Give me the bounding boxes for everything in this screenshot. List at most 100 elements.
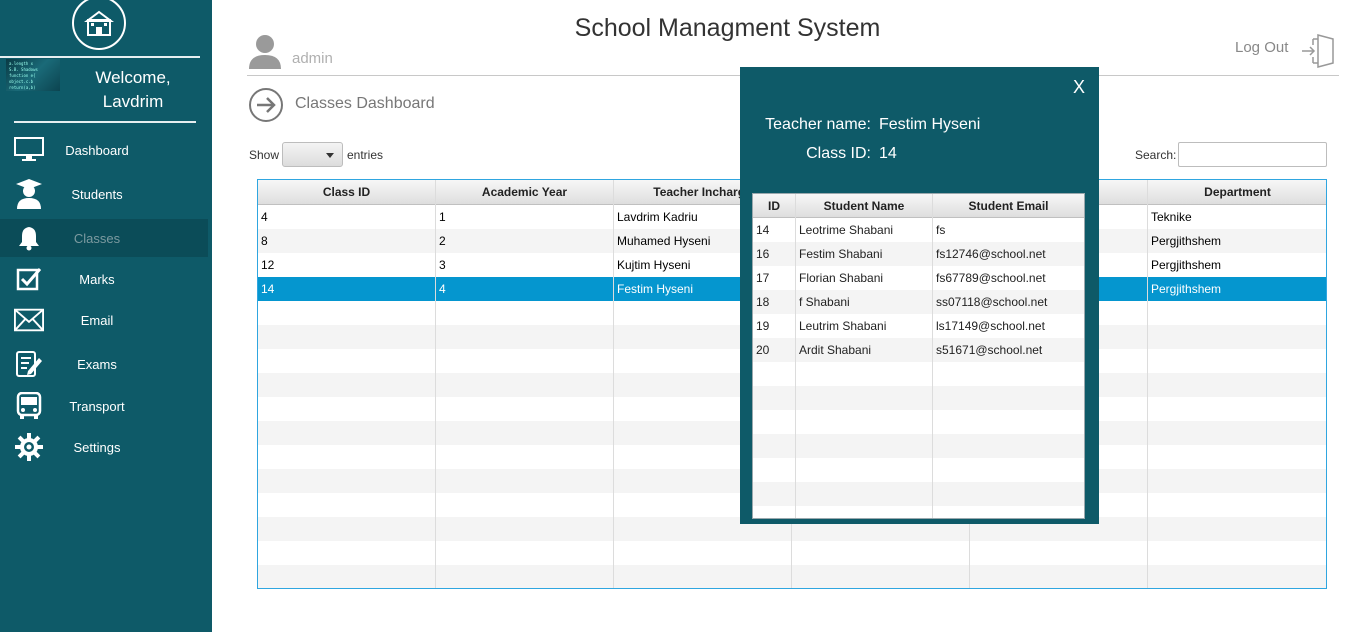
table-row <box>753 506 1084 518</box>
sidebar-item-label: Classes <box>73 230 121 246</box>
entries-label: entries <box>347 148 384 162</box>
sidebar-item-dashboard[interactable]: Dashboard <box>0 131 208 169</box>
teacher-name-value: Festim Hyseni <box>879 116 981 133</box>
logout-button[interactable]: Log Out <box>1235 39 1288 56</box>
table-row[interactable]: 14 Leotrime Shabani fs <box>753 218 1084 242</box>
students-table[interactable]: ID Student Name Student Email 14 Leotrime S… <box>752 193 1085 519</box>
sidebar-item-exams[interactable]: Exams <box>0 345 208 383</box>
table-cell: Leutrim Shabani <box>799 319 887 333</box>
user-photo: a.length x S.B. Shadows function e{ obje… <box>6 59 60 91</box>
table-cell: 16 <box>756 247 770 261</box>
sidebar-item-students[interactable]: Students <box>0 175 208 213</box>
column-header[interactable]: Academic Year <box>436 180 614 205</box>
table-cell: 3 <box>439 258 446 272</box>
sidebar-item-marks[interactable]: Marks <box>0 260 208 298</box>
sidebar-item-email[interactable]: Email <box>0 301 208 339</box>
column-header[interactable]: Student Email <box>933 194 1084 218</box>
table-cell: Festim Shabani <box>799 247 883 261</box>
column-header[interactable]: ID <box>753 194 796 218</box>
app-title: School Managment System <box>574 14 881 42</box>
table-row <box>753 458 1084 482</box>
table-cell: f Shabani <box>799 295 850 309</box>
sidebar-item-label: Transport <box>69 398 125 414</box>
table-cell: 4 <box>439 282 446 296</box>
gear-icon <box>14 432 44 462</box>
table-cell: Florian Shabani <box>799 271 884 285</box>
monitor-icon <box>14 135 44 165</box>
table-cell: fs67789@school.net <box>936 271 1046 285</box>
arrow-right-circle-icon <box>248 87 284 128</box>
table-cell: 2 <box>439 234 446 248</box>
column-header[interactable]: Department <box>1148 180 1326 205</box>
table-row <box>258 565 1326 588</box>
sidebar-item-settings[interactable]: Settings <box>0 428 208 466</box>
column-header[interactable]: Student Name <box>796 194 933 218</box>
table-cell: 17 <box>756 271 770 285</box>
table-cell: ls17149@school.net <box>936 319 1045 333</box>
sidebar-divider <box>0 56 200 58</box>
bus-icon <box>14 391 44 421</box>
table-row <box>753 362 1084 386</box>
table-cell: Pergjithshem <box>1151 234 1222 248</box>
table-cell: Leotrime Shabani <box>799 223 894 237</box>
section-title: Classes Dashboard <box>295 95 435 112</box>
column-divider <box>795 194 796 518</box>
table-cell: fs <box>936 223 946 237</box>
sidebar-item-label: Settings <box>73 439 121 455</box>
table-row[interactable]: 19 Leutrim Shabani ls17149@school.net <box>753 314 1084 338</box>
table-cell: Pergjithshem <box>1151 282 1222 296</box>
class-id-value: 14 <box>879 145 897 162</box>
table-header: ID Student Name Student Email <box>753 194 1084 218</box>
column-divider <box>932 194 933 518</box>
table-row <box>753 434 1084 458</box>
search-input[interactable] <box>1178 142 1327 167</box>
table-row <box>753 482 1084 506</box>
checkbox-icon <box>14 264 44 294</box>
table-cell: 14 <box>756 223 770 237</box>
welcome-username: Lavdrim <box>102 92 164 111</box>
table-cell: 12 <box>261 258 275 272</box>
sidebar-item-label: Marks <box>79 271 115 287</box>
table-cell: 4 <box>261 210 268 224</box>
entries-select[interactable] <box>282 142 343 167</box>
table-cell: ss07118@school.net <box>936 295 1048 309</box>
envelope-icon <box>14 305 44 335</box>
table-row[interactable]: 18 f Shabani ss07118@school.net <box>753 290 1084 314</box>
table-cell: fs12746@school.net <box>936 247 1046 261</box>
column-header[interactable]: Class ID <box>258 180 436 205</box>
close-button[interactable]: X <box>1073 77 1085 98</box>
table-cell: 18 <box>756 295 770 309</box>
school-logo-icon <box>72 0 126 50</box>
user-icon <box>248 34 284 75</box>
sidebar-item-label: Exams <box>77 356 117 372</box>
table-row[interactable]: 16 Festim Shabani fs12746@school.net <box>753 242 1084 266</box>
sidebar-item-label: Students <box>71 186 123 202</box>
column-divider <box>1147 180 1148 588</box>
table-row <box>753 410 1084 434</box>
table-cell: Pergjithshem <box>1151 258 1222 272</box>
table-cell: 20 <box>756 343 770 357</box>
bell-icon <box>14 223 44 253</box>
table-row[interactable]: 20 Ardit Shabani s51671@school.net <box>753 338 1084 362</box>
table-cell: 1 <box>439 210 446 224</box>
column-divider <box>435 180 436 588</box>
sidebar-item-transport[interactable]: Transport <box>0 387 208 425</box>
table-cell: 8 <box>261 234 268 248</box>
teacher-name-label: Teacher name: <box>765 116 871 133</box>
chevron-down-icon <box>326 153 334 158</box>
table-cell: 14 <box>261 282 275 296</box>
sidebar-item-label: Email <box>80 312 114 328</box>
exam-icon <box>14 349 44 379</box>
table-row[interactable]: 17 Florian Shabani fs67789@school.net <box>753 266 1084 290</box>
table-cell: Ardit Shabani <box>799 343 872 357</box>
graduate-icon <box>14 179 44 209</box>
sidebar-item-classes[interactable]: Classes <box>0 219 208 257</box>
search-label: Search: <box>1135 148 1177 162</box>
table-row <box>258 541 1326 565</box>
sidebar-divider <box>14 121 196 123</box>
welcome-text: Welcome, Lavdrim <box>70 66 196 114</box>
table-cell: 19 <box>756 319 770 333</box>
class-id-label: Class ID: <box>806 145 871 162</box>
logout-icon[interactable] <box>1300 34 1336 73</box>
table-cell: Teknike <box>1151 210 1192 224</box>
